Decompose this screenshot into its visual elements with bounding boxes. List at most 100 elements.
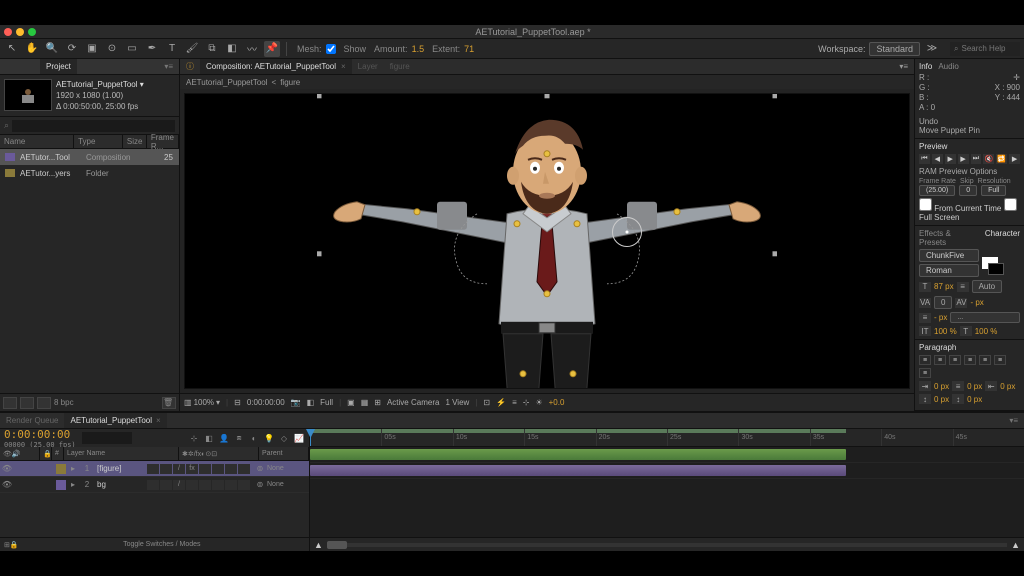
- selection-tool-icon[interactable]: ↖: [4, 41, 20, 57]
- timeline-comp-tab[interactable]: AETutorial_PuppetTool ×: [64, 413, 166, 428]
- brainstorm-icon[interactable]: 💡: [263, 433, 275, 443]
- exposure-value[interactable]: +0.0: [549, 398, 565, 407]
- layer-bar[interactable]: [310, 465, 846, 476]
- timeline-icon[interactable]: ≡: [512, 398, 517, 407]
- camera-tool-icon[interactable]: ▣: [84, 41, 100, 57]
- font-style-dropdown[interactable]: Roman: [919, 264, 979, 277]
- flowchart-icon[interactable]: ⊹: [523, 398, 530, 407]
- zoom-dropdown[interactable]: ▥ 100% ▾: [184, 398, 220, 407]
- channel-icon[interactable]: ◧: [307, 398, 315, 407]
- character-tab[interactable]: Character: [985, 229, 1020, 247]
- view-layout-icon[interactable]: ⊞: [374, 398, 381, 407]
- align-center-icon[interactable]: ≡: [934, 355, 946, 365]
- skip-value[interactable]: 0: [959, 185, 977, 196]
- quality-switch[interactable]: /: [173, 464, 185, 474]
- col-framerate[interactable]: Frame R...: [147, 135, 179, 148]
- brush-tool-icon[interactable]: 🖌: [184, 41, 200, 57]
- 3d-switch[interactable]: [238, 464, 250, 474]
- layer-color-swatch[interactable]: [56, 464, 66, 474]
- layer-tab[interactable]: Layer: [352, 59, 384, 74]
- project-search-input[interactable]: [12, 120, 175, 132]
- delete-icon[interactable]: 🗑: [162, 397, 176, 409]
- timecode-readout[interactable]: 0:00:00:00: [247, 398, 285, 407]
- mute-icon[interactable]: 🔇: [983, 154, 994, 164]
- auto-keyframe-icon[interactable]: ◇: [278, 433, 290, 443]
- toggle-switches-label[interactable]: Toggle Switches / Modes: [19, 541, 305, 548]
- new-folder-icon[interactable]: [20, 397, 34, 409]
- layer-name[interactable]: bg: [94, 480, 147, 489]
- zoom-slider[interactable]: [327, 543, 1007, 547]
- crumb-child[interactable]: figure: [280, 78, 300, 87]
- indent-left-value[interactable]: 0 px: [934, 382, 949, 391]
- motionblur-switch[interactable]: [212, 464, 224, 474]
- layer-color-swatch[interactable]: [56, 480, 66, 490]
- info-tab[interactable]: Info: [919, 62, 932, 71]
- justify-last-right-icon[interactable]: ≡: [994, 355, 1006, 365]
- space-before-value[interactable]: 0 px: [934, 395, 949, 404]
- mesh-show-checkbox[interactable]: [326, 44, 336, 54]
- flowchart-icon[interactable]: ⓘ: [180, 59, 200, 74]
- interpret-footage-icon[interactable]: [3, 397, 17, 409]
- font-size-value[interactable]: 87 px: [934, 282, 954, 291]
- stroke-width-value[interactable]: - px: [934, 313, 947, 322]
- current-timecode[interactable]: 0:00:00:00: [4, 428, 76, 441]
- zoom-tool-icon[interactable]: 🔍: [44, 41, 60, 57]
- project-tab[interactable]: Project: [40, 59, 77, 74]
- motion-blur-icon[interactable]: ◐: [248, 433, 260, 443]
- close-tab-icon[interactable]: ×: [156, 416, 161, 425]
- project-item[interactable]: AETutor...Tool Composition 25: [0, 149, 179, 165]
- visibility-toggle[interactable]: 👁: [0, 464, 14, 473]
- draft3d-icon[interactable]: ◧: [203, 433, 215, 443]
- shy-switch[interactable]: [147, 464, 159, 474]
- first-frame-icon[interactable]: ⏮: [919, 154, 930, 164]
- roi-icon[interactable]: ▣: [347, 398, 355, 407]
- justify-all-icon[interactable]: ≡: [919, 368, 931, 378]
- indent-right-value[interactable]: 0 px: [1000, 382, 1015, 391]
- col-name[interactable]: Name: [0, 135, 74, 148]
- col-size[interactable]: Size: [123, 135, 147, 148]
- layer-search-input[interactable]: [82, 432, 132, 444]
- fullscreen-checkbox[interactable]: [1004, 198, 1017, 211]
- grid-icon[interactable]: ▦: [361, 398, 369, 407]
- graph-editor-icon[interactable]: 📈: [293, 433, 305, 443]
- stroke-color-swatch[interactable]: [988, 263, 1004, 275]
- lock-icon[interactable]: 🔒: [10, 541, 19, 549]
- layer-parent-dropdown[interactable]: None: [267, 465, 309, 472]
- hide-shy-icon[interactable]: 👤: [218, 433, 230, 443]
- ram-preview-icon[interactable]: ▶: [1009, 154, 1020, 164]
- layer-row[interactable]: 👁 ▸ 2 bg / ⊚ None: [0, 477, 309, 493]
- layer-parent-dropdown[interactable]: None: [267, 481, 309, 488]
- workspace-menu-icon[interactable]: ≫: [924, 41, 940, 57]
- panel-menu-icon[interactable]: ▾≡: [1003, 413, 1024, 428]
- vscale-value[interactable]: 100 %: [934, 327, 957, 336]
- pickwhip-icon[interactable]: ⊚: [253, 464, 267, 473]
- prev-frame-icon[interactable]: ◀: [932, 154, 943, 164]
- pan-behind-tool-icon[interactable]: ⊙: [104, 41, 120, 57]
- hscale-value[interactable]: 100 %: [975, 327, 998, 336]
- comp-mini-flowchart-icon[interactable]: ⊹: [188, 433, 200, 443]
- loop-icon[interactable]: 🔁: [996, 154, 1007, 164]
- pen-tool-icon[interactable]: ✒: [144, 41, 160, 57]
- align-right-icon[interactable]: ≡: [949, 355, 961, 365]
- text-tool-icon[interactable]: T: [164, 41, 180, 57]
- justify-last-left-icon[interactable]: ≡: [964, 355, 976, 365]
- stroke-style-dropdown[interactable]: ...: [950, 312, 1020, 323]
- panel-menu-icon[interactable]: ▾≡: [893, 59, 914, 74]
- crumb-root[interactable]: AETutorial_PuppetTool: [186, 78, 268, 87]
- resolution-half-icon[interactable]: ⊟: [234, 398, 241, 407]
- tracks-area[interactable]: [310, 447, 1024, 537]
- resolution-dropdown[interactable]: Full: [320, 398, 333, 407]
- collapse-switch[interactable]: [160, 464, 172, 474]
- comp-tab[interactable]: Composition: AETutorial_PuppetTool ×: [200, 59, 352, 74]
- panel-menu-icon[interactable]: ▾≡: [158, 59, 179, 74]
- zoom-in-icon[interactable]: ▲: [1011, 540, 1020, 550]
- col-layername[interactable]: Layer Name: [64, 447, 179, 460]
- eraser-tool-icon[interactable]: ◧: [224, 41, 240, 57]
- kerning-value[interactable]: 0: [934, 296, 952, 309]
- time-ruler[interactable]: 05s 10s 15s 20s 25s 30s 35s 40s 45s: [310, 429, 1024, 447]
- color-depth[interactable]: 8 bpc: [54, 398, 74, 407]
- font-family-dropdown[interactable]: ChunkFive: [919, 249, 979, 262]
- from-current-checkbox[interactable]: [919, 198, 932, 211]
- composition-viewer[interactable]: [184, 93, 910, 389]
- clone-tool-icon[interactable]: ⧉: [204, 41, 220, 57]
